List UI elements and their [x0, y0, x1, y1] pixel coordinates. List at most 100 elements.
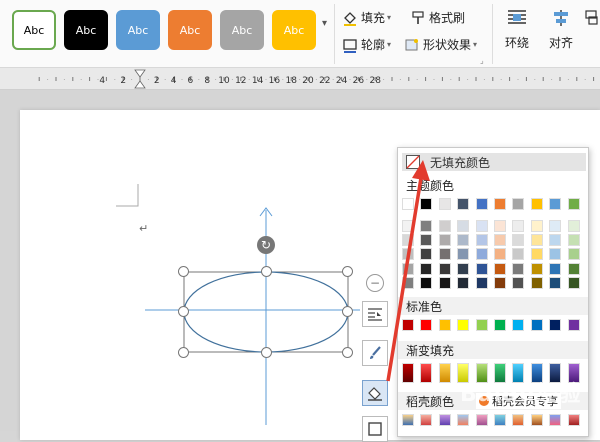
standard-color-swatch[interactable]: [475, 319, 488, 331]
theme-color-shade-swatch[interactable]: [438, 262, 451, 275]
fill-button[interactable]: 填充 ▾: [342, 9, 391, 26]
theme-color-shade-swatch[interactable]: [512, 276, 525, 289]
theme-color-shade-swatch[interactable]: [512, 234, 525, 247]
theme-color-shade-swatch[interactable]: [457, 234, 470, 247]
docer-color-swatch[interactable]: [402, 414, 414, 426]
theme-color-swatch[interactable]: [420, 198, 433, 210]
theme-color-shade-swatch[interactable]: [530, 220, 543, 232]
theme-color-shade-swatch[interactable]: [567, 248, 580, 261]
theme-color-shade-swatch[interactable]: [420, 220, 433, 232]
theme-color-shade-swatch[interactable]: [438, 276, 451, 289]
shape-fill-button[interactable]: [362, 380, 388, 406]
theme-color-swatch[interactable]: [402, 198, 414, 210]
theme-color-shade-swatch[interactable]: [567, 262, 580, 275]
resize-handle-s[interactable]: [261, 347, 272, 358]
theme-color-shade-swatch[interactable]: [549, 276, 562, 289]
theme-color-swatch[interactable]: [475, 198, 488, 210]
docer-color-swatch[interactable]: [549, 414, 562, 426]
docer-color-swatch[interactable]: [457, 414, 470, 426]
standard-color-swatch[interactable]: [494, 319, 506, 331]
theme-color-shade-swatch[interactable]: [457, 276, 470, 289]
group-button[interactable]: [584, 8, 598, 28]
theme-color-swatch[interactable]: [494, 198, 506, 210]
theme-color-shade-swatch[interactable]: [475, 220, 488, 232]
shape-effects-button[interactable]: 形状效果 ▾: [404, 36, 477, 53]
rotate-handle-icon[interactable]: ↻: [257, 236, 275, 254]
theme-color-shade-swatch[interactable]: [420, 276, 433, 289]
shape-outline-button[interactable]: [362, 416, 388, 442]
theme-color-shade-swatch[interactable]: [420, 248, 433, 261]
theme-color-shade-swatch[interactable]: [530, 276, 543, 289]
theme-color-shade-swatch[interactable]: [567, 276, 580, 289]
standard-color-swatch[interactable]: [530, 319, 543, 331]
shape-style-button[interactable]: [362, 340, 388, 366]
theme-color-shade-swatch[interactable]: [402, 262, 414, 275]
theme-color-shade-swatch[interactable]: [494, 276, 506, 289]
theme-color-shade-swatch[interactable]: [475, 276, 488, 289]
standard-color-swatch[interactable]: [420, 319, 433, 331]
theme-color-swatch[interactable]: [512, 198, 525, 210]
horizontal-ruler[interactable]: 4 2 2 4 6 8 10 12 14 16 18 20 22 24 26 28: [0, 68, 600, 90]
standard-color-swatch[interactable]: [457, 319, 470, 331]
gallery-more-button[interactable]: ▾: [322, 18, 327, 29]
theme-color-shade-swatch[interactable]: [512, 262, 525, 275]
shape-style-swatch[interactable]: Abc: [116, 10, 160, 50]
theme-color-swatch[interactable]: [457, 198, 470, 210]
docer-color-swatch[interactable]: [494, 414, 506, 426]
outline-button[interactable]: 轮廓 ▾: [342, 36, 391, 53]
no-fill-option[interactable]: 无填充颜色: [402, 153, 586, 171]
theme-color-shade-swatch[interactable]: [457, 262, 470, 275]
docer-color-swatch[interactable]: [512, 414, 525, 426]
docer-color-swatch[interactable]: [530, 414, 543, 426]
theme-color-shade-swatch[interactable]: [402, 276, 414, 289]
align-button[interactable]: 对齐: [544, 8, 578, 51]
theme-color-shade-swatch[interactable]: [549, 248, 562, 261]
theme-color-shade-swatch[interactable]: [567, 220, 580, 232]
resize-handle-n[interactable]: [261, 266, 272, 277]
theme-color-shade-swatch[interactable]: [457, 248, 470, 261]
theme-color-shade-swatch[interactable]: [494, 248, 506, 261]
theme-color-shade-swatch[interactable]: [549, 220, 562, 232]
theme-color-shade-swatch[interactable]: [402, 220, 414, 232]
gradient-fill-swatch[interactable]: [420, 363, 433, 383]
standard-color-swatch[interactable]: [402, 319, 414, 331]
theme-color-shade-swatch[interactable]: [567, 234, 580, 247]
resize-handle-e[interactable]: [342, 306, 353, 317]
resize-handle-ne[interactable]: [342, 266, 353, 277]
format-painter-button[interactable]: 格式刷: [410, 9, 465, 26]
dialog-launcher-icon[interactable]: ⌟: [480, 56, 484, 65]
theme-color-shade-swatch[interactable]: [457, 220, 470, 232]
theme-color-shade-swatch[interactable]: [512, 220, 525, 232]
theme-color-swatch[interactable]: [438, 198, 451, 210]
theme-color-shade-swatch[interactable]: [475, 248, 488, 261]
resize-handle-sw[interactable]: [178, 347, 189, 358]
theme-color-shade-swatch[interactable]: [512, 248, 525, 261]
theme-color-shade-swatch[interactable]: [420, 262, 433, 275]
theme-color-shade-swatch[interactable]: [530, 262, 543, 275]
shape-style-swatch[interactable]: Abc: [272, 10, 316, 50]
docer-color-swatch[interactable]: [438, 414, 451, 426]
theme-color-swatch[interactable]: [549, 198, 562, 210]
resize-handle-nw[interactable]: [178, 266, 189, 277]
theme-color-shade-swatch[interactable]: [475, 262, 488, 275]
theme-color-shade-swatch[interactable]: [438, 248, 451, 261]
theme-color-shade-swatch[interactable]: [438, 234, 451, 247]
wrap-button[interactable]: 环绕: [500, 8, 534, 51]
docer-color-swatch[interactable]: [567, 414, 580, 426]
docer-color-swatch[interactable]: [420, 414, 433, 426]
resize-handle-w[interactable]: [178, 306, 189, 317]
theme-color-shade-swatch[interactable]: [420, 234, 433, 247]
theme-color-shade-swatch[interactable]: [494, 220, 506, 232]
docer-color-swatch[interactable]: [475, 414, 488, 426]
theme-color-swatch[interactable]: [567, 198, 580, 210]
shape-style-swatch[interactable]: Abc: [168, 10, 212, 50]
theme-color-shade-swatch[interactable]: [475, 234, 488, 247]
layout-options-button[interactable]: [362, 301, 388, 327]
theme-color-shade-swatch[interactable]: [530, 234, 543, 247]
shape-style-swatch[interactable]: Abc: [64, 10, 108, 50]
gradient-fill-swatch[interactable]: [438, 363, 451, 383]
theme-color-shade-swatch[interactable]: [494, 262, 506, 275]
shape-style-swatch[interactable]: Abc: [220, 10, 264, 50]
standard-color-swatch[interactable]: [438, 319, 451, 331]
theme-color-shade-swatch[interactable]: [494, 234, 506, 247]
